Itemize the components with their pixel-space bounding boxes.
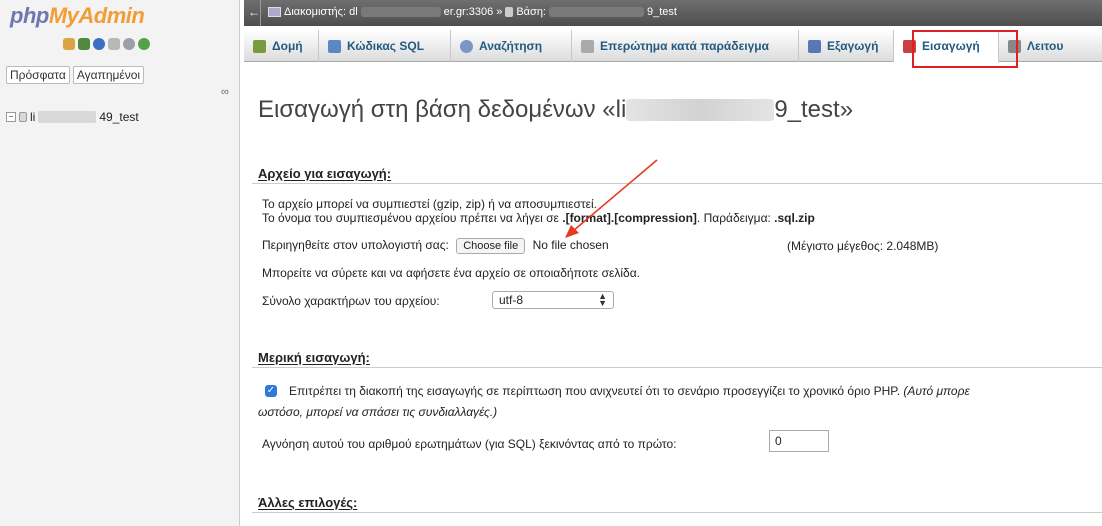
drag-drop-text: Μπορείτε να σύρετε και να αφήσετε ένα αρ… bbox=[262, 266, 640, 280]
breadcrumb-database[interactable]: Βάση: bbox=[516, 6, 546, 18]
search-icon bbox=[460, 39, 473, 53]
tab-label: Εισαγωγή bbox=[922, 39, 980, 53]
file-section-heading: Αρχείο για εισαγωγή: bbox=[258, 166, 392, 181]
tab-export[interactable]: Εξαγωγή bbox=[799, 30, 894, 62]
back-arrow-icon[interactable]: ← bbox=[248, 5, 260, 19]
redacted-block bbox=[549, 7, 644, 17]
nav-tabs: Πρόσφατα Αγαπημένοι bbox=[6, 66, 145, 84]
export-icon bbox=[808, 39, 821, 53]
favorites-button[interactable]: Αγαπημένοι bbox=[72, 66, 145, 84]
filename-info-a: Το όνομα του συμπιεσμένου αρχείου πρέπει… bbox=[262, 211, 563, 225]
divider bbox=[252, 183, 1102, 184]
choose-file-button[interactable]: Choose file bbox=[456, 238, 526, 254]
tab-label: Εξαγωγή bbox=[827, 39, 879, 53]
tab-label: Επερώτημα κατά παράδειγμα bbox=[600, 39, 769, 53]
interrupt-checkbox[interactable]: ✓ bbox=[265, 385, 277, 397]
home-icon[interactable] bbox=[63, 38, 75, 50]
logo-php: php bbox=[10, 3, 49, 28]
phpmyadmin-logo[interactable]: phpMyAdmin bbox=[10, 3, 145, 29]
filename-info-example: .sql.zip bbox=[774, 211, 815, 225]
charset-value: utf-8 bbox=[499, 293, 524, 307]
page-title: Εισαγωγή στη βάση δεδομένων «li 9_test» bbox=[258, 96, 853, 124]
arrow-head bbox=[565, 225, 579, 238]
filename-info: Το όνομα του συμπιεσμένου αρχείου πρέπει… bbox=[262, 211, 815, 225]
operations-icon bbox=[1008, 39, 1021, 53]
tab-structure[interactable]: Δομή bbox=[244, 30, 319, 62]
db-name-suffix: 49_test bbox=[99, 110, 139, 124]
tab-label: Δομή bbox=[272, 39, 303, 53]
expand-icon[interactable]: − bbox=[6, 112, 16, 122]
tab-label: Αναζήτηση bbox=[479, 39, 543, 53]
tab-label: Λειτου bbox=[1027, 39, 1064, 53]
exit-icon[interactable] bbox=[78, 38, 90, 50]
tab-import[interactable]: Εισαγωγή bbox=[894, 30, 999, 62]
no-file-text: No file chosen bbox=[532, 238, 609, 253]
server-icon bbox=[268, 7, 281, 17]
divider bbox=[252, 367, 1102, 368]
interrupt-note-cont: ωστόσο, μπορεί να σπάσει τις συνδιαλλαγέ… bbox=[258, 405, 498, 419]
interrupt-label: Επιτρέπει τη διακοπή της εισαγωγής σε πε… bbox=[289, 384, 901, 398]
breadcrumb: ← Διακομιστής: dl er.gr:3306 » Βάση: 9_t… bbox=[244, 0, 1102, 26]
structure-icon bbox=[253, 39, 266, 53]
divider bbox=[260, 0, 261, 26]
reload-icon[interactable] bbox=[138, 38, 150, 50]
redacted-block bbox=[360, 7, 441, 17]
tab-label: Κώδικας SQL bbox=[347, 39, 425, 53]
tab-operations[interactable]: Λειτου bbox=[999, 30, 1102, 62]
max-size-text: (Μέγιστο μέγεθος: 2.048MB) bbox=[787, 239, 939, 253]
navigation-panel: phpMyAdmin Πρόσφατα Αγαπημένοι ∞ − li 49… bbox=[0, 0, 240, 526]
skip-queries-input[interactable]: 0 bbox=[769, 430, 829, 452]
browse-row: Περιηγηθείτε στον υπολογιστή σας: Choose… bbox=[262, 238, 609, 254]
breadcrumb-server-suffix[interactable]: er.gr:3306 bbox=[444, 6, 494, 18]
tab-query[interactable]: Επερώτημα κατά παράδειγμα bbox=[572, 30, 799, 62]
breadcrumb-server[interactable]: Διακομιστής: dl bbox=[284, 6, 358, 18]
interrupt-note: (Αυτό μπορε bbox=[903, 384, 970, 398]
browse-label: Περιηγηθείτε στον υπολογιστή σας: bbox=[262, 238, 449, 253]
sidebar-item-database[interactable]: − li 49_test bbox=[6, 110, 139, 124]
import-icon bbox=[903, 39, 916, 53]
tab-sql[interactable]: Κώδικας SQL bbox=[319, 30, 451, 62]
charset-label: Σύνολο χαρακτήρων του αρχείου: bbox=[262, 294, 440, 308]
sql-icon bbox=[328, 39, 341, 53]
settings-icon[interactable] bbox=[123, 38, 135, 50]
database-icon bbox=[505, 7, 514, 17]
compression-info: Το αρχείο μπορεί να συμπιεστεί (gzip, zi… bbox=[262, 197, 597, 211]
docs-icon[interactable] bbox=[108, 38, 120, 50]
filename-info-c: . Παράδειγμα: bbox=[696, 211, 775, 225]
partial-section-heading: Μερική εισαγωγή: bbox=[258, 350, 370, 365]
breadcrumb-database-suffix[interactable]: 9_test bbox=[647, 6, 677, 18]
filename-info-format: .[format].[compression] bbox=[562, 211, 697, 225]
interrupt-text: Επιτρέπει τη διακοπή της εισαγωγής σε πε… bbox=[289, 384, 970, 398]
redacted-block bbox=[38, 111, 97, 123]
nav-icon-bar bbox=[63, 38, 150, 50]
divider bbox=[252, 512, 1102, 513]
tab-bar: Δομή Κώδικας SQL Αναζήτηση Επερώτημα κατ… bbox=[244, 30, 1102, 62]
tab-search[interactable]: Αναζήτηση bbox=[451, 30, 572, 62]
skip-label: Αγνόηση αυτού του αριθμού ερωτημάτων (γι… bbox=[262, 437, 677, 451]
charset-select[interactable]: utf-8 ▲ ▼ bbox=[492, 291, 614, 309]
database-icon bbox=[19, 112, 27, 122]
recent-button[interactable]: Πρόσφατα bbox=[6, 66, 70, 84]
other-section-heading: Άλλες επιλογές: bbox=[258, 495, 358, 510]
query-icon bbox=[581, 39, 594, 53]
help-icon[interactable] bbox=[93, 38, 105, 50]
select-arrows-icon: ▲ ▼ bbox=[598, 291, 607, 308]
page-title-suffix: 9_test» bbox=[774, 96, 854, 123]
breadcrumb-separator: » bbox=[496, 6, 503, 18]
redacted-block bbox=[626, 99, 775, 121]
link-icon[interactable]: ∞ bbox=[221, 86, 229, 98]
logo-myadmin: MyAdmin bbox=[48, 3, 145, 28]
page-title-prefix: Εισαγωγή στη βάση δεδομένων «li bbox=[258, 96, 627, 123]
db-name-prefix: li bbox=[30, 110, 36, 124]
